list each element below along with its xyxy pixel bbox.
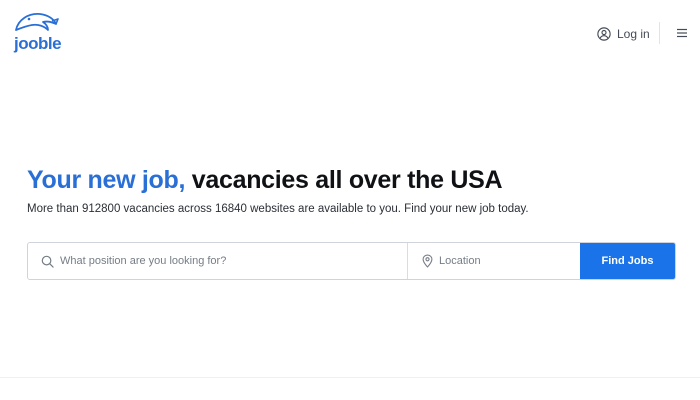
page: jooble Log in Your new job, vacancies al… xyxy=(0,0,700,400)
header-divider xyxy=(659,22,660,44)
user-circle-icon xyxy=(597,27,611,41)
find-jobs-button[interactable]: Find Jobs xyxy=(580,243,675,279)
location-field[interactable] xyxy=(408,243,580,279)
hero-title-accent: Your new job, xyxy=(27,166,186,194)
section-divider xyxy=(0,377,700,378)
login-label: Log in xyxy=(617,27,650,41)
search-icon xyxy=(41,255,54,268)
hero-title-rest: vacancies all over the USA xyxy=(185,166,503,194)
job-search-form: Find Jobs xyxy=(27,242,676,280)
site-header: jooble Log in xyxy=(0,0,700,70)
position-field[interactable] xyxy=(28,243,408,279)
jooble-logo-icon xyxy=(15,13,59,31)
position-input[interactable] xyxy=(60,255,407,267)
logo-text: jooble xyxy=(14,34,62,53)
hero-subtitle: More than 912800 vacancies across 16840 … xyxy=(27,203,529,215)
jooble-logo[interactable]: jooble xyxy=(12,10,62,54)
login-button[interactable]: Log in xyxy=(597,25,650,43)
hamburger-menu-icon[interactable] xyxy=(676,27,688,39)
location-input[interactable] xyxy=(439,255,580,267)
location-pin-icon xyxy=(422,254,433,268)
hero-title: Your new job, vacancies all over the USA xyxy=(27,164,503,196)
